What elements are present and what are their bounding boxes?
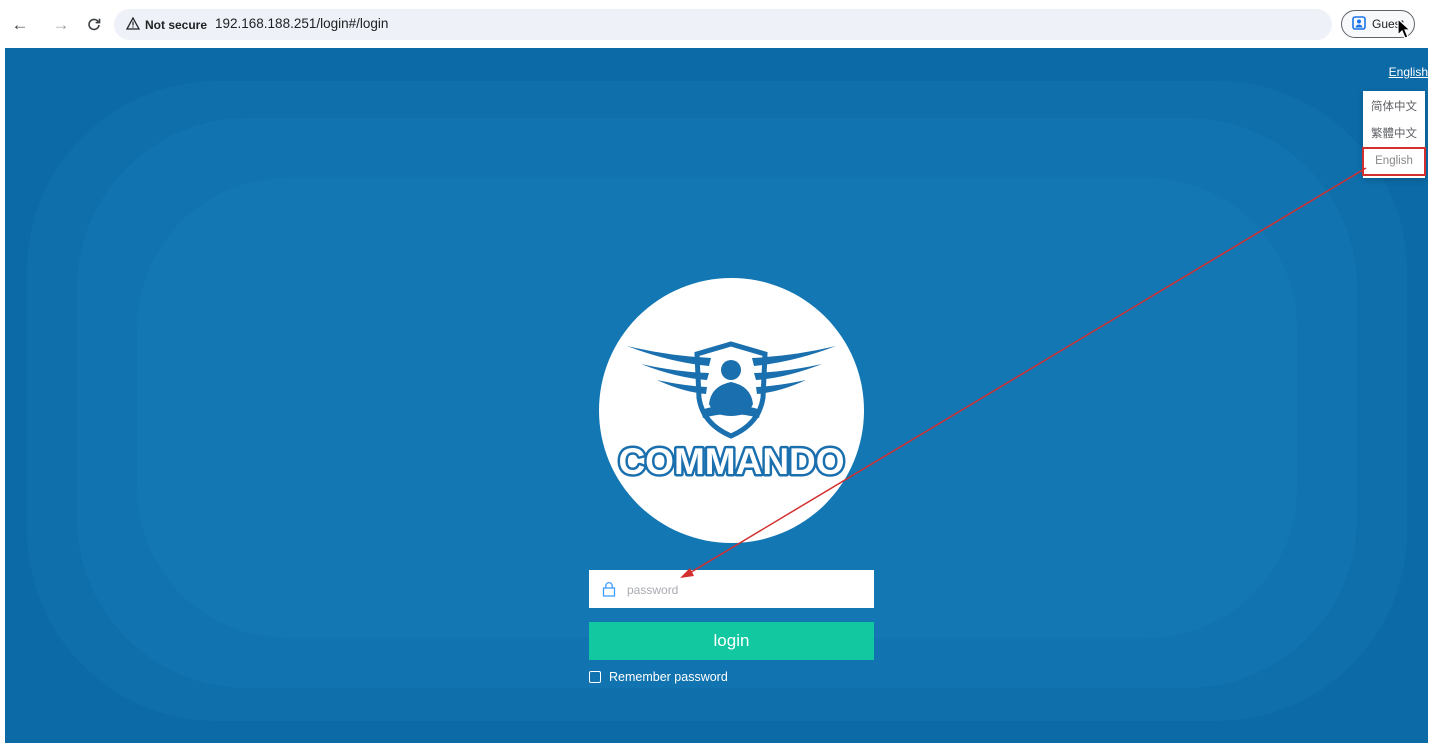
warning-icon xyxy=(125,16,141,33)
remember-password-checkbox[interactable] xyxy=(589,671,601,683)
lock-icon xyxy=(601,581,617,597)
login-page: English 简体中文 繁體中文 English COMMANDO login… xyxy=(5,48,1428,743)
language-option-traditional-chinese[interactable]: 繁體中文 xyxy=(1363,121,1425,148)
password-input[interactable] xyxy=(625,570,869,610)
login-button[interactable]: login xyxy=(589,622,874,660)
remember-password-label: Remember password xyxy=(609,670,728,684)
url-text[interactable]: 192.168.188.251/login#/login xyxy=(215,16,388,31)
back-arrow-icon[interactable]: ← xyxy=(8,12,32,36)
language-dropdown: 简体中文 繁體中文 English xyxy=(1362,91,1426,178)
commando-logo: COMMANDO xyxy=(599,278,864,543)
forward-arrow-icon[interactable]: → xyxy=(49,12,73,36)
language-option-english[interactable]: English xyxy=(1362,147,1426,176)
security-label: Not secure xyxy=(145,18,208,32)
profile-icon xyxy=(1352,15,1366,33)
password-field[interactable] xyxy=(589,570,874,610)
address-bar[interactable]: Not secure 192.168.188.251/login#/login xyxy=(114,9,1332,40)
language-switcher[interactable]: English xyxy=(1389,65,1428,79)
browser-toolbar: ← → Not secure 192.168.188.251/login#/lo… xyxy=(0,0,1431,48)
language-option-simplified-chinese[interactable]: 简体中文 xyxy=(1363,94,1425,121)
logo-text: COMMANDO xyxy=(618,441,844,482)
mouse-cursor-icon xyxy=(1397,18,1411,39)
security-indicator[interactable]: Not secure xyxy=(125,16,208,34)
remember-password[interactable]: Remember password xyxy=(589,669,728,685)
reload-icon[interactable] xyxy=(82,12,106,36)
